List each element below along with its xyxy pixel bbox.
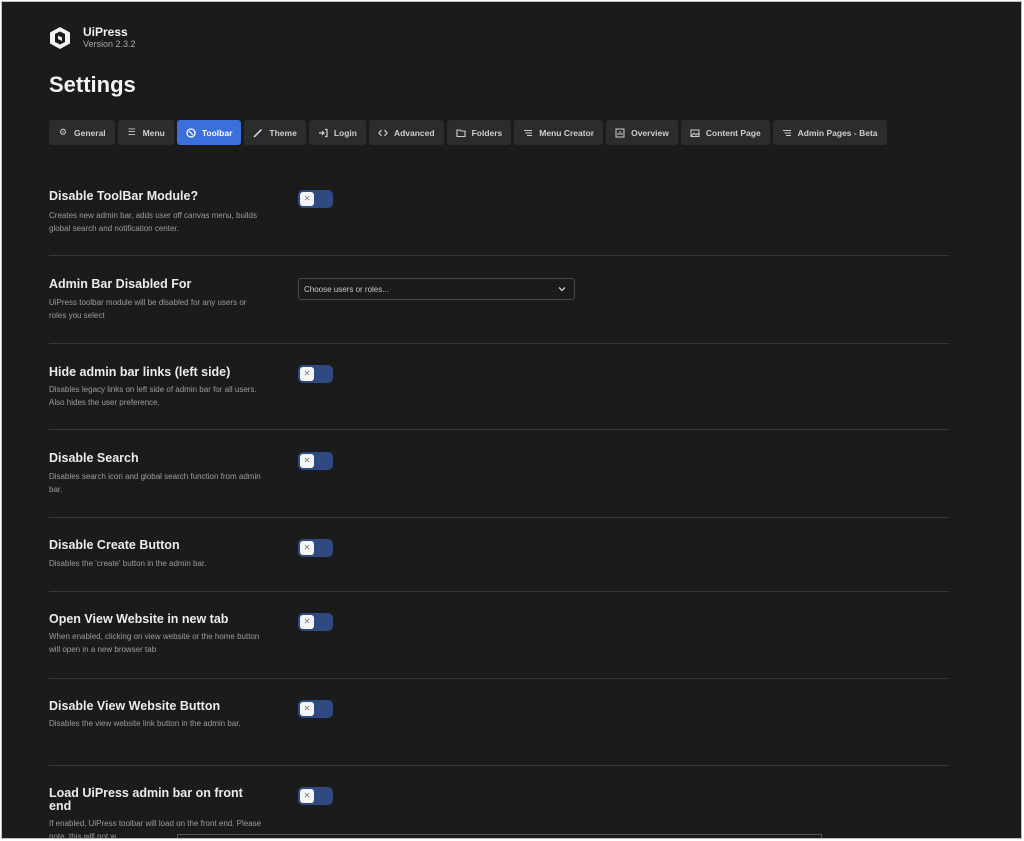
load-frontend-toggle[interactable]: ✕ [298,787,333,805]
tab-label: Theme [269,127,297,138]
tab-label: Content Page [705,127,761,138]
open-website-new-tab-toggle[interactable]: ✕ [298,613,333,631]
tab-label: Menu Creator [539,127,595,138]
brand-name: UiPress [83,25,128,39]
setting-title: Disable Search [49,451,139,465]
disable-create-toggle[interactable]: ✕ [298,539,333,557]
brand: UiPress Version 2.3.2 [48,26,136,50]
setting-description: When enabled, clicking on view website o… [49,632,260,654]
disable-view-website-toggle[interactable]: ✕ [298,700,333,718]
tab-label: Toolbar [201,127,233,138]
disable-search-toggle[interactable]: ✕ [298,452,333,470]
image-icon [690,128,700,138]
setting-row: Admin Bar Disabled For UiPress toolbar m… [49,256,949,344]
setting-row: Hide admin bar links (left side) Disable… [49,344,949,430]
setting-title: Disable View Website Button [49,699,221,713]
close-icon: ✕ [300,789,314,803]
close-icon: ✕ [300,541,314,555]
select-placeholder: Choose users or roles... [304,284,389,294]
setting-title: Hide admin bar links (left side) [49,365,231,379]
tab-label: Admin Pages - Beta [797,127,878,138]
tab-label: Login [333,127,357,138]
tab-admin-pages[interactable]: Admin Pages - Beta [772,120,887,145]
setting-description: Disables search icon and global search f… [49,472,261,494]
setting-row: Open View Website in new tab When enable… [49,592,949,679]
setting-description: Disables legacy links on left side of ad… [49,385,257,407]
tab-login[interactable]: Login [308,120,366,145]
tab-label: General [74,127,106,138]
setting-title: Admin Bar Disabled For [49,277,192,291]
setting-title: Open View Website in new tab [49,612,229,626]
tab-advanced[interactable]: Advanced [368,120,444,145]
setting-row: Disable ToolBar Module? Creates new admi… [49,174,949,256]
app-window: UiPress Version 2.3.2 Settings ⚙ General… [1,1,1022,839]
tab-menu-creator[interactable]: Menu Creator [514,120,604,145]
settings-tabs: ⚙ General ☰ Menu Toolbar Theme Login Adv… [49,120,887,145]
setting-row: Load UiPress admin bar on front end If e… [49,766,949,838]
brand-version: Version 2.3.2 [83,39,136,49]
tab-label: Menu [142,127,165,138]
overlay-panel [177,834,822,838]
setting-title: Disable Create Button [49,538,180,552]
page-title: Settings [49,72,136,97]
setting-title: Disable ToolBar Module? [49,189,199,203]
tab-folders[interactable]: Folders [446,120,512,145]
settings-list: Disable ToolBar Module? Creates new admi… [49,174,949,838]
brush-icon [253,128,263,138]
list-icon [523,128,533,138]
tab-overview[interactable]: Overview [606,120,678,145]
tab-theme[interactable]: Theme [244,120,306,145]
tab-label: Overview [631,127,669,138]
list-icon [782,128,792,138]
tab-general[interactable]: ⚙ General [49,120,115,145]
setting-description: UiPress toolbar module will be disabled … [49,298,247,320]
folder-icon [456,128,466,138]
setting-title: Load UiPress admin bar on front end [49,786,243,813]
tab-label: Folders [471,127,503,138]
tab-content-page[interactable]: Content Page [680,120,770,145]
setting-description: Disables the view website link button in… [49,719,241,728]
menu-icon: ☰ [127,127,136,137]
disable-toolbar-toggle[interactable]: ✕ [298,190,333,208]
close-icon: ✕ [300,367,314,381]
setting-row: Disable Create Button Disables the 'crea… [49,518,949,592]
close-icon: ✕ [300,454,314,468]
chevron-down-icon [558,287,566,292]
code-icon [378,128,388,138]
gear-icon: ⚙ [58,127,68,137]
toolbar-icon [186,127,196,138]
uipress-logo-icon [50,27,70,49]
setting-description: Creates new admin bar, adds user off can… [49,211,257,233]
login-icon [318,128,328,138]
close-icon: ✕ [300,702,314,716]
tab-menu[interactable]: ☰ Menu [117,120,174,145]
close-icon: ✕ [300,615,314,629]
setting-row: Disable Search Disables search icon and … [49,430,949,518]
users-roles-select[interactable]: Choose users or roles... [298,278,575,300]
setting-row: Disable View Website Button Disables the… [49,679,949,766]
setting-description: Disables the 'create' button in the admi… [49,559,207,568]
chart-icon [615,128,625,138]
tab-toolbar[interactable]: Toolbar [176,120,242,145]
hide-admin-links-toggle[interactable]: ✕ [298,365,333,383]
tab-label: Advanced [393,127,435,138]
close-icon: ✕ [300,192,314,206]
